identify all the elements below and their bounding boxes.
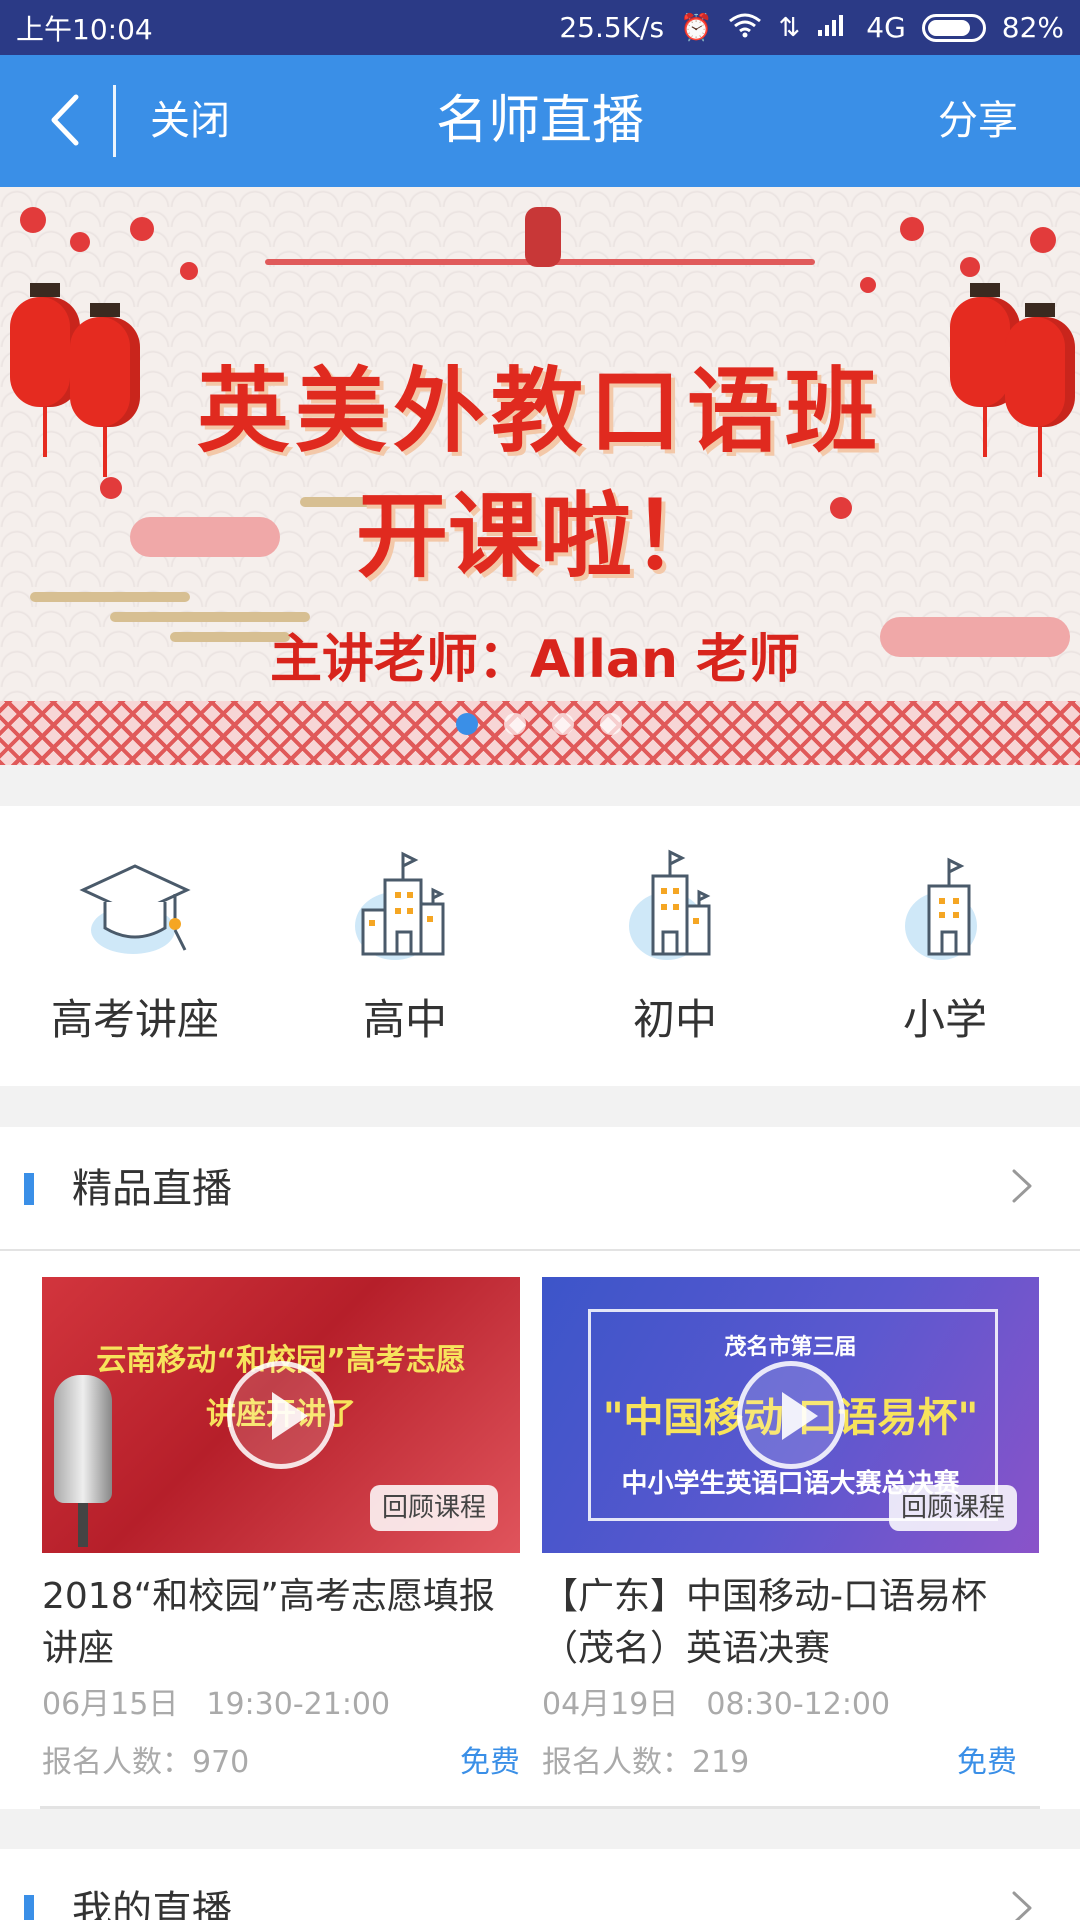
course-time: 08:30-12:00 <box>706 1687 891 1722</box>
course-price: 免费 <box>957 1745 1017 1780</box>
school-building-icon <box>629 849 711 960</box>
category-label: 小学 <box>902 995 987 1044</box>
replay-badge: 回顾课程 <box>369 1485 498 1531</box>
blossom-icon <box>180 262 198 280</box>
section-marker <box>24 1895 34 1920</box>
category-primary-school[interactable]: 小学 <box>810 806 1080 1086</box>
blossom-icon <box>1030 227 1056 253</box>
banner-title: 英美外教口语班 <box>196 358 883 465</box>
section-title: 精品直播 <box>72 1166 232 1212</box>
my-live-section: 我的直播 <box>0 1849 1080 1920</box>
appbar-divider <box>113 85 116 157</box>
course-schedule: 06月15日 19:30-21:00 <box>42 1683 520 1727</box>
banner-subtitle: 开课啦！ <box>355 483 724 590</box>
app-bar: 关闭 名师直播 分享 <box>0 55 1080 187</box>
graduation-cap-icon <box>79 864 191 954</box>
course-footer: 报名人数：219 免费 <box>542 1741 1039 1785</box>
carousel-dot[interactable] <box>552 713 574 735</box>
battery-icon <box>921 13 986 42</box>
course-card[interactable]: 茂名市第三届 "中国移动 口语易杯" 中小学生英语口语大赛总决赛 回顾课程 【广… <box>542 1277 1039 1785</box>
promo-banner[interactable]: 英美外教口语班 开课啦！ 主讲老师：Allan 老师 <box>0 187 1080 765</box>
cloud-decoration <box>880 617 1070 657</box>
status-indicators: 25.5K/s ⏰ ⇅ 4G 82% <box>559 11 1064 44</box>
course-title: 【广东】中国移动-口语易杯（茂名）英语决赛 <box>542 1576 987 1669</box>
section-title: 我的直播 <box>72 1888 232 1920</box>
my-live-header[interactable]: 我的直播 <box>0 1849 1080 1920</box>
network-speed: 25.5K/s <box>559 11 665 44</box>
blossom-icon <box>20 207 46 233</box>
course-time: 19:30-21:00 <box>206 1687 391 1722</box>
carousel-dot[interactable] <box>504 713 526 735</box>
battery-level: 82% <box>1001 11 1064 44</box>
signal-icon <box>816 12 850 43</box>
category-label: 初中 <box>632 995 717 1044</box>
blossom-icon <box>900 217 924 241</box>
course-card[interactable]: 云南移动“和校园”高考志愿 讲座开讲了 回顾课程 2018“和校园”高考志愿填报… <box>42 1277 520 1785</box>
course-footer: 报名人数：970 免费 <box>42 1741 520 1785</box>
alarm-icon: ⏰ <box>680 12 713 43</box>
status-bar: 上午10:04 25.5K/s ⏰ ⇅ 4G 82% <box>0 0 1080 55</box>
carousel-indicator <box>456 713 622 735</box>
course-date: 04月19日 <box>542 1687 679 1722</box>
featured-live-header[interactable]: 精品直播 <box>0 1127 1080 1251</box>
enrollment-count: 报名人数：219 <box>542 1745 750 1780</box>
blossom-icon <box>130 217 154 241</box>
category-label: 高考讲座 <box>50 995 219 1044</box>
featured-live-section: 精品直播 云南移动“和校园”高考志愿 讲座开讲了 回顾课程 2018“和校园”高… <box>0 1127 1080 1809</box>
play-icon[interactable] <box>227 1361 335 1469</box>
course-title: 2018“和校园”高考志愿填报讲座 <box>42 1576 495 1669</box>
close-button[interactable]: 关闭 <box>150 95 230 147</box>
replay-badge: 回顾课程 <box>888 1485 1017 1531</box>
school-buildings-icon <box>355 851 445 960</box>
category-middle-school[interactable]: 初中 <box>540 806 810 1086</box>
section-marker <box>24 1173 34 1205</box>
blossom-icon <box>70 232 90 252</box>
course-price: 免费 <box>460 1745 520 1780</box>
course-thumbnail[interactable]: 云南移动“和校园”高考志愿 讲座开讲了 回顾课程 <box>42 1277 520 1553</box>
data-transfer-icon: ⇅ <box>778 12 801 43</box>
carousel-dot-active[interactable] <box>456 713 478 735</box>
section-divider <box>40 1806 1040 1809</box>
featured-cards: 云南移动“和校园”高考志愿 讲座开讲了 回顾课程 2018“和校园”高考志愿填报… <box>0 1251 1080 1809</box>
course-thumbnail[interactable]: 茂名市第三届 "中国移动 口语易杯" 中小学生英语口语大赛总决赛 回顾课程 <box>542 1277 1039 1553</box>
course-schedule: 04月19日 08:30-12:00 <box>542 1683 1039 1727</box>
carousel-dot[interactable] <box>600 713 622 735</box>
share-button[interactable]: 分享 <box>938 95 1018 147</box>
back-button[interactable] <box>30 85 100 155</box>
status-time: 上午10:04 <box>16 12 153 46</box>
category-gaokao-lecture[interactable]: 高考讲座 <box>0 806 270 1086</box>
banner-teacher: 主讲老师：Allan 老师 <box>270 630 801 690</box>
thumbnail-caption: 茂名市第三届 <box>724 1335 857 1360</box>
small-school-icon <box>905 857 977 960</box>
chevron-right-icon <box>1012 1891 1032 1920</box>
play-icon[interactable] <box>736 1361 845 1469</box>
category-label: 高中 <box>362 995 447 1044</box>
chevron-right-icon <box>1012 1169 1032 1203</box>
chinese-knot-icon <box>525 207 561 267</box>
category-high-school[interactable]: 高中 <box>270 806 540 1086</box>
course-date: 06月15日 <box>42 1687 179 1722</box>
category-grid: 高考讲座 高中 初中 小学 <box>0 806 1080 1086</box>
chevron-left-icon <box>51 94 79 146</box>
wifi-icon <box>728 12 762 43</box>
blossom-icon <box>960 257 980 277</box>
blossom-icon <box>860 277 876 293</box>
enrollment-count: 报名人数：970 <box>42 1745 250 1780</box>
network-type: 4G <box>866 11 906 44</box>
